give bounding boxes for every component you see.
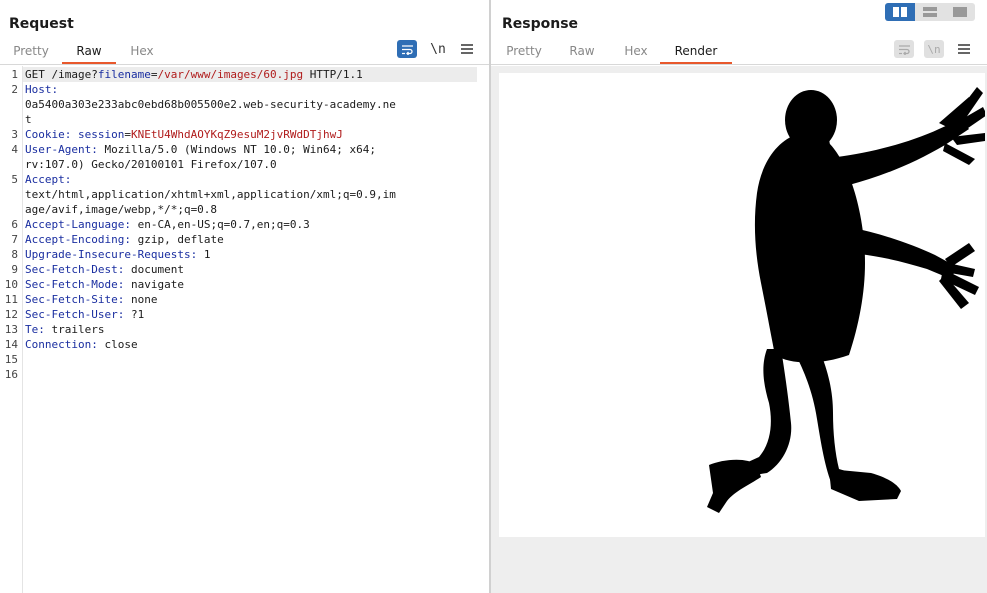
line-number: 16 [4,368,18,381]
gutter-divider [22,66,23,593]
token: none [130,293,158,306]
line-content: Sec-Fetch-Site: none [25,292,157,307]
line-content: User-Agent: Mozilla/5.0 (Windows NT 10.0… [25,142,376,157]
response-tab-pretty[interactable]: Pretty [496,42,552,64]
token: = [124,128,131,141]
token: Accept-Language: [25,218,138,231]
line-content: Host: [25,82,58,97]
response-newline-toggle-icon[interactable]: \n [924,40,944,58]
token: navigate [130,278,184,291]
line-content: text/html,application/xhtml+xml,applicat… [25,187,396,202]
line-number: 7 [11,233,18,246]
token: Cookie: [25,128,78,141]
token: Accept-Encoding: [25,233,138,246]
line-number: 3 [11,128,18,141]
single-panel-icon[interactable] [945,3,975,21]
line-content: Sec-Fetch-Mode: navigate [25,277,184,292]
line-content: Accept-Encoding: gzip, deflate [25,232,224,247]
line-number: 11 [4,293,18,306]
line-number: 2 [11,83,18,96]
wrap-lines-icon[interactable] [397,40,417,58]
token: Sec-Fetch-Dest: [25,263,131,276]
token: ?1 [130,308,145,321]
request-title: Request [9,16,74,32]
layout-toggle [885,3,975,21]
line-content: rv:107.0) Gecko/20100101 Firefox/107.0 [25,157,277,172]
response-tabs-divider [491,64,987,65]
line-number: 1 [11,68,18,81]
line-content: Connection: close [25,337,138,352]
split-horizontal-icon[interactable] [885,3,915,21]
token: gzip, deflate [137,233,224,246]
newline-toggle-icon[interactable]: \n [428,40,448,58]
line-number: 12 [4,308,18,321]
response-tabs: Pretty Raw Hex Render [496,42,732,64]
request-tab-pretty[interactable]: Pretty [0,42,62,64]
token: filename [97,68,151,81]
line-content: Accept: [25,172,71,187]
token: age/avif,image/webp,*/*;q=0.8 [25,203,218,216]
token: session [77,128,125,141]
line-number: 9 [11,263,18,276]
token: Te: [25,323,52,336]
token: t [25,113,32,126]
line-content: Te: trailers [25,322,104,337]
line-number: 6 [11,218,18,231]
line-number: 4 [11,143,18,156]
line-number: 14 [4,338,18,351]
line-number: 5 [11,173,18,186]
split-vertical-icon[interactable] [915,3,945,21]
line-content: Sec-Fetch-User: ?1 [25,307,144,322]
request-editor[interactable]: 1 GET /image?filename=/var/www/images/60.… [0,66,489,593]
token: /var/www/images/60.jpg [157,68,304,81]
token: text/html,application/xhtml+xml,applicat… [25,188,396,201]
request-panel: Request Pretty Raw Hex \n 1 GET /image?fi… [0,0,489,593]
line-content: 0a5400a303e233abc0ebd68b005500e2.web-sec… [25,97,396,112]
response-tab-raw[interactable]: Raw [552,42,612,64]
token: close [104,338,138,351]
line-content: t [25,112,32,127]
line-content: age/avif,image/webp,*/*;q=0.8 [25,202,217,217]
token: en-CA,en-US;q=0.7,en;q=0.3 [137,218,310,231]
request-tabs-divider [0,64,489,65]
token: rv:107.0) Gecko/20100101 Firefox/107.0 [25,158,277,171]
silhouette-figure-image [499,73,985,537]
response-menu-icon[interactable] [954,40,974,58]
burp-repeater: Request Pretty Raw Hex \n 1 GET /image?fi… [0,0,987,593]
token: trailers [51,323,105,336]
response-wrap-lines-icon[interactable] [894,40,914,58]
token: Sec-Fetch-User: [25,308,131,321]
line-number: 10 [4,278,18,291]
response-title: Response [502,16,579,32]
token: HTTP/1.1 [303,68,363,81]
response-tab-render[interactable]: Render [660,42,732,64]
line-number: 8 [11,248,18,261]
token: Accept: [25,173,72,186]
line-content: GET /image?filename=/var/www/images/60.j… [25,67,363,82]
token: GET /image? [25,68,98,81]
line-number: 15 [4,353,18,366]
token: 1 [203,248,211,261]
request-tab-raw[interactable]: Raw [62,42,116,64]
line-content: Cookie: session=KNEtU4WhdAOYKqZ9esuM2jvR… [25,127,343,142]
line-content: Sec-Fetch-Dest: document [25,262,184,277]
token: User-Agent: [25,143,105,156]
request-tabs: Pretty Raw Hex [0,42,168,64]
token: Mozilla/5.0 (Windows NT 10.0; Win64; x64… [104,143,377,156]
response-tab-hex[interactable]: Hex [612,42,660,64]
request-tab-hex[interactable]: Hex [116,42,168,64]
line-content: Upgrade-Insecure-Requests: 1 [25,247,210,262]
response-panel: Response Pretty Raw Hex Render \n [491,0,987,593]
token: KNEtU4WhdAOYKqZ9esuM2jvRWdDTjhwJ [130,128,343,141]
line-number: 13 [4,323,18,336]
token: Connection: [25,338,105,351]
token: document [130,263,184,276]
token: Host: [25,83,59,96]
token: Sec-Fetch-Mode: [25,278,131,291]
token: Sec-Fetch-Site: [25,293,131,306]
line-content: Accept-Language: en-CA,en-US;q=0.7,en;q=… [25,217,310,232]
menu-icon[interactable] [457,40,477,58]
token: 0a5400a303e233abc0ebd68b005500e2.web-sec… [25,98,396,111]
token: Upgrade-Insecure-Requests: [25,248,204,261]
